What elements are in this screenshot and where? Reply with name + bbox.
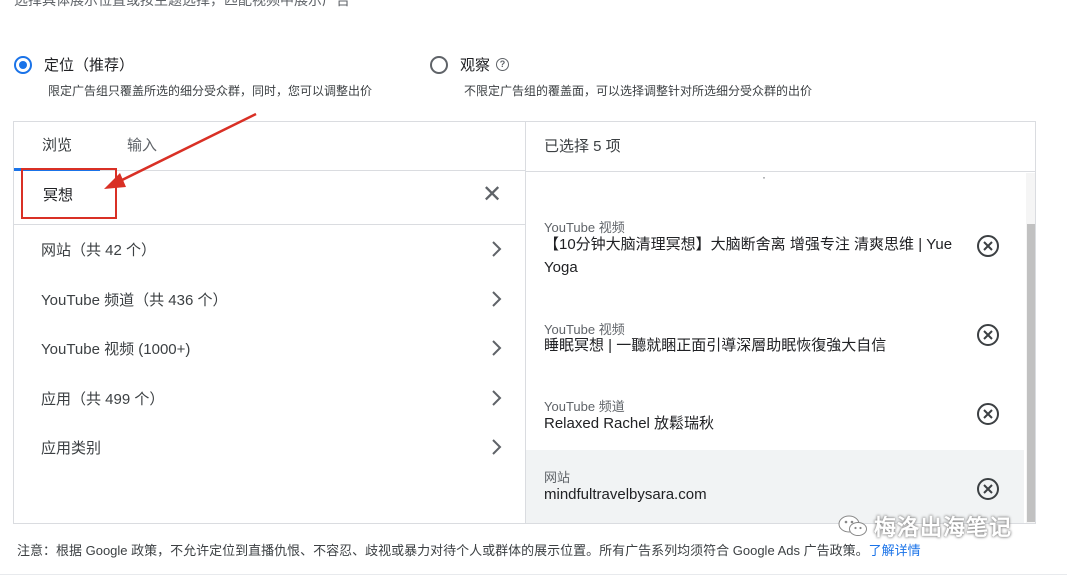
divider — [0, 574, 1067, 575]
learn-more-link[interactable]: 了解详情 — [869, 543, 921, 558]
selected-item: YouTube 频道 Relaxed Rachel 放鬆瑞秋 — [526, 375, 1024, 450]
radio-option-targeting[interactable]: 定位（推荐） 限定广告组只覆盖所选的细分受众群，同时，您可以调整出价 — [14, 54, 372, 99]
scrollbar-thumb[interactable] — [1027, 224, 1035, 522]
selected-count-header: 已选择 5 项 — [526, 122, 1035, 172]
category-label: YouTube 视频 (1000+) — [41, 341, 191, 358]
category-label: YouTube 频道（共 436 个） — [41, 291, 228, 309]
wechat-icon — [838, 515, 867, 536]
category-label: 应用（共 499 个） — [41, 390, 165, 408]
remove-circle-icon[interactable] — [976, 402, 1000, 426]
close-icon[interactable]: ✕ — [482, 183, 502, 207]
selected-item-name: 【10分钟大脑清理冥想】大脑断舍离 增强专注 清爽思维 | Yue Yoga — [544, 236, 953, 276]
tab-browse[interactable]: 浏览 — [14, 122, 100, 171]
selected-item-name: Relaxed Rachel 放鬆瑞秋 — [544, 415, 715, 432]
radio-desc-targeting: 限定广告组只覆盖所选的细分受众群，同时，您可以调整出价 — [48, 84, 373, 98]
placement-panel: 浏览 输入 ✕ 网站（共 42 个） YouTube 频道（共 436 个） Y… — [13, 121, 1036, 524]
browse-pane: 浏览 输入 ✕ 网站（共 42 个） YouTube 频道（共 436 个） Y… — [14, 122, 525, 523]
selected-item: YouTube 视频 【10分钟大脑清理冥想】大脑断舍离 增强专注 清爽思维 |… — [526, 173, 1024, 286]
chevron-right-icon — [492, 241, 502, 257]
tab-input[interactable]: 输入 — [106, 122, 178, 170]
tab-bar: 浏览 输入 — [14, 122, 525, 171]
remove-circle-icon[interactable] — [976, 477, 1000, 501]
radio-label-observation: 观察 — [460, 57, 491, 74]
chevron-right-icon — [492, 340, 502, 356]
remove-circle-icon[interactable] — [976, 234, 1000, 258]
category-label: 网站（共 42 个） — [41, 242, 157, 259]
policy-text: 注意：根据 Google 政策，不允许定位到直播仇恨、不容忍、歧视或暴力对待个人… — [17, 543, 869, 558]
selected-item: YouTube 视频 睡眠冥想 | 一聽就睏正面引導深層助眠恢復強大自信 — [526, 291, 1024, 375]
list-item[interactable]: YouTube 频道（共 436 个） — [14, 275, 525, 325]
annotation-highlight-box — [21, 168, 117, 219]
remove-circle-icon[interactable] — [976, 323, 1000, 347]
selected-pane: 已选择 5 项 · YouTube 视频 【10分钟大脑清理冥想】大脑断舍离 增… — [526, 122, 1035, 523]
category-label: 应用类别 — [41, 440, 102, 457]
radio-desc-observation: 不限定广告组的覆盖面，可以选择调整针对所选细分受众群的出价 — [464, 84, 813, 98]
list-item[interactable]: 网站（共 42 个） — [14, 225, 525, 275]
chevron-right-icon — [492, 439, 502, 455]
chevron-right-icon — [492, 389, 502, 406]
radio-unselected-icon[interactable] — [430, 55, 448, 74]
watermark: 梅洛出海笔记 — [838, 510, 1012, 542]
top-cut-text: 选择具体展示位置或按主题选择，匹配视频中展示广告 — [14, 0, 350, 8]
list-item[interactable]: 应用（共 499 个） — [14, 374, 525, 424]
chevron-right-icon — [492, 290, 502, 307]
selected-item-name: mindfultravelbysara.com — [544, 486, 707, 503]
radio-selected-icon[interactable] — [14, 55, 32, 74]
help-icon[interactable]: ? — [496, 58, 510, 71]
selected-item-name: 睡眠冥想 | 一聽就睏正面引導深層助眠恢復強大自信 — [544, 337, 887, 354]
list-item[interactable]: YouTube 视频 (1000+) — [14, 324, 525, 374]
selected-list: · YouTube 视频 【10分钟大脑清理冥想】大脑断舍离 增强专注 清爽思维… — [526, 173, 1035, 523]
radio-option-observation[interactable]: 观察 ? 不限定广告组的覆盖面，可以选择调整针对所选细分受众群的出价 — [430, 54, 812, 99]
policy-note: 注意：根据 Google 政策，不允许定位到直播仇恨、不容忍、歧视或暴力对待个人… — [17, 540, 921, 559]
list-item[interactable]: 应用类别 — [14, 423, 525, 473]
radio-label-targeting: 定位（推荐） — [44, 57, 135, 74]
category-list: 网站（共 42 个） YouTube 频道（共 436 个） YouTube 视… — [14, 225, 525, 473]
watermark-text: 梅洛出海笔记 — [874, 515, 1013, 540]
